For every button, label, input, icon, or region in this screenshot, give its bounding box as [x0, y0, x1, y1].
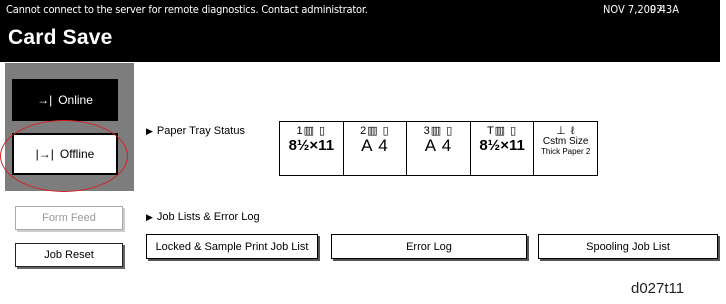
screen-title: Card Save: [8, 26, 113, 49]
status-time: 9:43A: [650, 3, 679, 16]
form-feed-button[interactable]: Form Feed: [15, 206, 123, 230]
locked-sample-print-job-list-label: Locked & Sample Print Job List: [155, 240, 309, 253]
spooling-job-list-label: Spooling Job List: [586, 240, 670, 253]
offline-icon: |→|: [35, 147, 54, 161]
offline-button[interactable]: |→| Offline: [12, 133, 118, 175]
tray-bypass: ⊥ ℓ Cstm Size Thick Paper 2: [534, 122, 597, 175]
tray-t: T▥ ▯ 8½×11: [471, 122, 535, 175]
paper-tray-status-box: 1▥ ▯ 8½×11 2▥ ▯ A 4 3▥ ▯ A 4 T▥ ▯ 8½×11 …: [279, 121, 598, 176]
error-log-label: Error Log: [406, 240, 452, 253]
status-bar: Cannot connect to the server for remote …: [0, 0, 720, 20]
paper-tray-status-heading: ▶ Paper Tray Status: [146, 125, 245, 137]
spooling-job-list-button[interactable]: Spooling Job List: [538, 234, 718, 259]
tray-t-header: T▥ ▯: [486, 125, 518, 137]
offline-label: Offline: [59, 147, 95, 161]
tray-3-size: A 4: [424, 136, 453, 155]
error-log-button[interactable]: Error Log: [331, 234, 527, 259]
tray-1: 1▥ ▯ 8½×11: [280, 122, 344, 175]
figure-label: d027t11: [631, 280, 685, 297]
arrow-right-icon: ▶: [146, 125, 153, 136]
online-label: Online: [58, 93, 93, 107]
tray-t-size: 8½×11: [479, 137, 525, 154]
locked-sample-print-job-list-button[interactable]: Locked & Sample Print Job List: [146, 234, 318, 259]
tray-1-size: 8½×11: [288, 137, 335, 154]
mode-panel: →| Online |→| Offline: [5, 63, 134, 191]
job-reset-button[interactable]: Job Reset: [15, 243, 123, 267]
job-reset-label: Job Reset: [44, 249, 94, 261]
status-message: Cannot connect to the server for remote …: [6, 3, 368, 16]
paper-tray-status-label: Paper Tray Status: [156, 125, 245, 137]
job-lists-heading: ▶ Job Lists & Error Log: [146, 211, 260, 223]
title-bar: Card Save: [0, 20, 720, 62]
tray-bypass-note: Thick Paper 2: [540, 147, 591, 156]
tray-3: 3▥ ▯ A 4: [407, 122, 471, 175]
online-icon: →|: [37, 93, 53, 107]
online-button[interactable]: →| Online: [12, 79, 118, 121]
job-lists-label: Job Lists & Error Log: [156, 211, 260, 223]
tray-1-header: 1▥ ▯: [296, 125, 327, 137]
arrow-right-icon: ▶: [146, 211, 153, 222]
tray-2-size: A 4: [361, 136, 389, 155]
form-feed-label: Form Feed: [42, 212, 96, 224]
tray-bypass-size: Cstm Size: [542, 136, 589, 147]
tray-2: 2▥ ▯ A 4: [344, 122, 408, 175]
